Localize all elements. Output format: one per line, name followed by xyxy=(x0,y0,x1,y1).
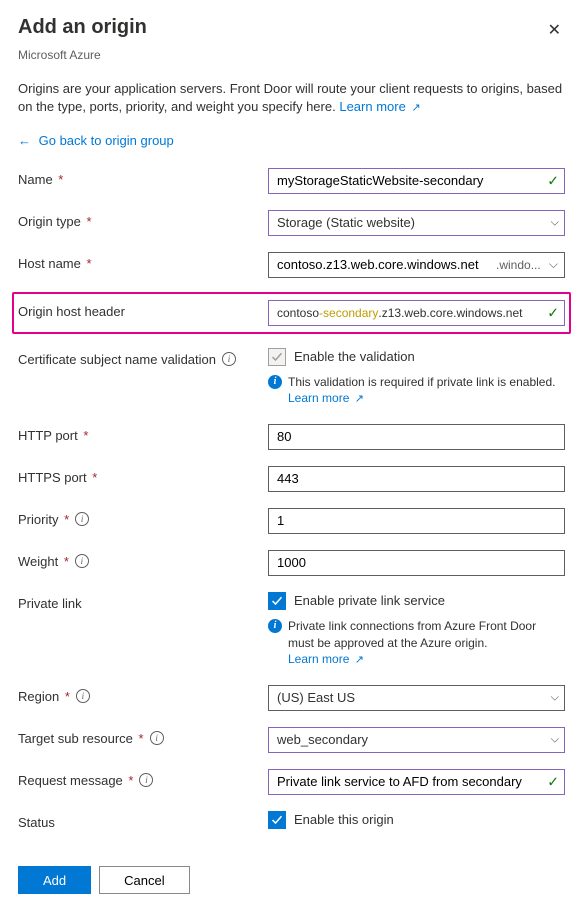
status-label: Status xyxy=(18,811,268,830)
info-icon[interactable]: i xyxy=(75,554,89,568)
https-port-input[interactable] xyxy=(268,466,565,492)
target-sub-label: Target sub resource * i xyxy=(18,727,268,746)
info-icon[interactable]: i xyxy=(75,512,89,526)
external-link-icon: ↗ xyxy=(411,101,420,116)
external-link-icon: ↗ xyxy=(355,392,364,407)
cert-validation-checkbox xyxy=(268,348,286,366)
intro-text: Origins are your application servers. Fr… xyxy=(18,80,565,117)
host-name-suffix-dropdown[interactable]: .windo...⌵ xyxy=(490,253,564,277)
priority-label: Priority * i xyxy=(18,508,268,527)
info-badge-icon: i xyxy=(268,375,282,389)
info-icon[interactable]: i xyxy=(139,773,153,787)
page-title: Add an origin xyxy=(18,16,147,39)
host-name-combo[interactable]: .windo...⌵ xyxy=(268,252,565,278)
cancel-button[interactable]: Cancel xyxy=(99,866,189,894)
intro-learn-more-link[interactable]: Learn more ↗ xyxy=(339,99,420,114)
private-link-checkbox[interactable] xyxy=(268,592,286,610)
host-name-label: Host name * xyxy=(18,252,268,271)
page-subtitle: Microsoft Azure xyxy=(18,48,565,62)
weight-input[interactable] xyxy=(268,550,565,576)
private-link-info: i Private link connections from Azure Fr… xyxy=(268,618,565,669)
cert-validation-checkbox-label: Enable the validation xyxy=(294,349,415,364)
http-port-input[interactable] xyxy=(268,424,565,450)
cert-learn-more-link[interactable]: Learn more ↗ xyxy=(288,391,364,405)
info-icon[interactable]: i xyxy=(76,689,90,703)
host-name-input[interactable] xyxy=(269,253,490,277)
private-link-label: Private link xyxy=(18,592,268,611)
add-button[interactable]: Add xyxy=(18,866,91,894)
cert-validation-label: Certificate subject name validation i xyxy=(18,348,268,367)
region-label: Region * i xyxy=(18,685,268,704)
origin-type-select[interactable]: Storage (Static website) xyxy=(268,210,565,236)
status-checkbox[interactable] xyxy=(268,811,286,829)
chevron-down-icon: ⌵ xyxy=(549,257,558,272)
cert-validation-info: i This validation is required if private… xyxy=(268,374,565,408)
info-badge-icon: i xyxy=(268,619,282,633)
request-message-input[interactable] xyxy=(268,769,565,795)
origin-host-header-highlight: Origin host header contoso-secondary.z13… xyxy=(12,292,571,334)
private-link-learn-more-link[interactable]: Learn more ↗ xyxy=(288,652,364,666)
origin-host-header-label: Origin host header xyxy=(18,300,268,319)
back-link[interactable]: Go back to origin group xyxy=(39,133,174,148)
private-link-checkbox-label: Enable private link service xyxy=(294,593,445,608)
origin-host-header-input[interactable]: contoso-secondary.z13.web.core.windows.n… xyxy=(268,300,565,326)
info-icon[interactable]: i xyxy=(222,352,236,366)
info-icon[interactable]: i xyxy=(150,731,164,745)
status-checkbox-label: Enable this origin xyxy=(294,812,394,827)
weight-label: Weight * i xyxy=(18,550,268,569)
http-port-label: HTTP port * xyxy=(18,424,268,443)
name-label: Name * xyxy=(18,168,268,187)
external-link-icon: ↗ xyxy=(355,653,364,668)
https-port-label: HTTPS port * xyxy=(18,466,268,485)
name-input[interactable] xyxy=(268,168,565,194)
region-select[interactable]: (US) East US xyxy=(268,685,565,711)
close-button[interactable]: ✕ xyxy=(544,16,565,44)
priority-input[interactable] xyxy=(268,508,565,534)
target-sub-select[interactable]: web_secondary xyxy=(268,727,565,753)
back-arrow-icon: ← xyxy=(18,133,31,148)
request-message-label: Request message * i xyxy=(18,769,268,788)
origin-type-label: Origin type * xyxy=(18,210,268,229)
